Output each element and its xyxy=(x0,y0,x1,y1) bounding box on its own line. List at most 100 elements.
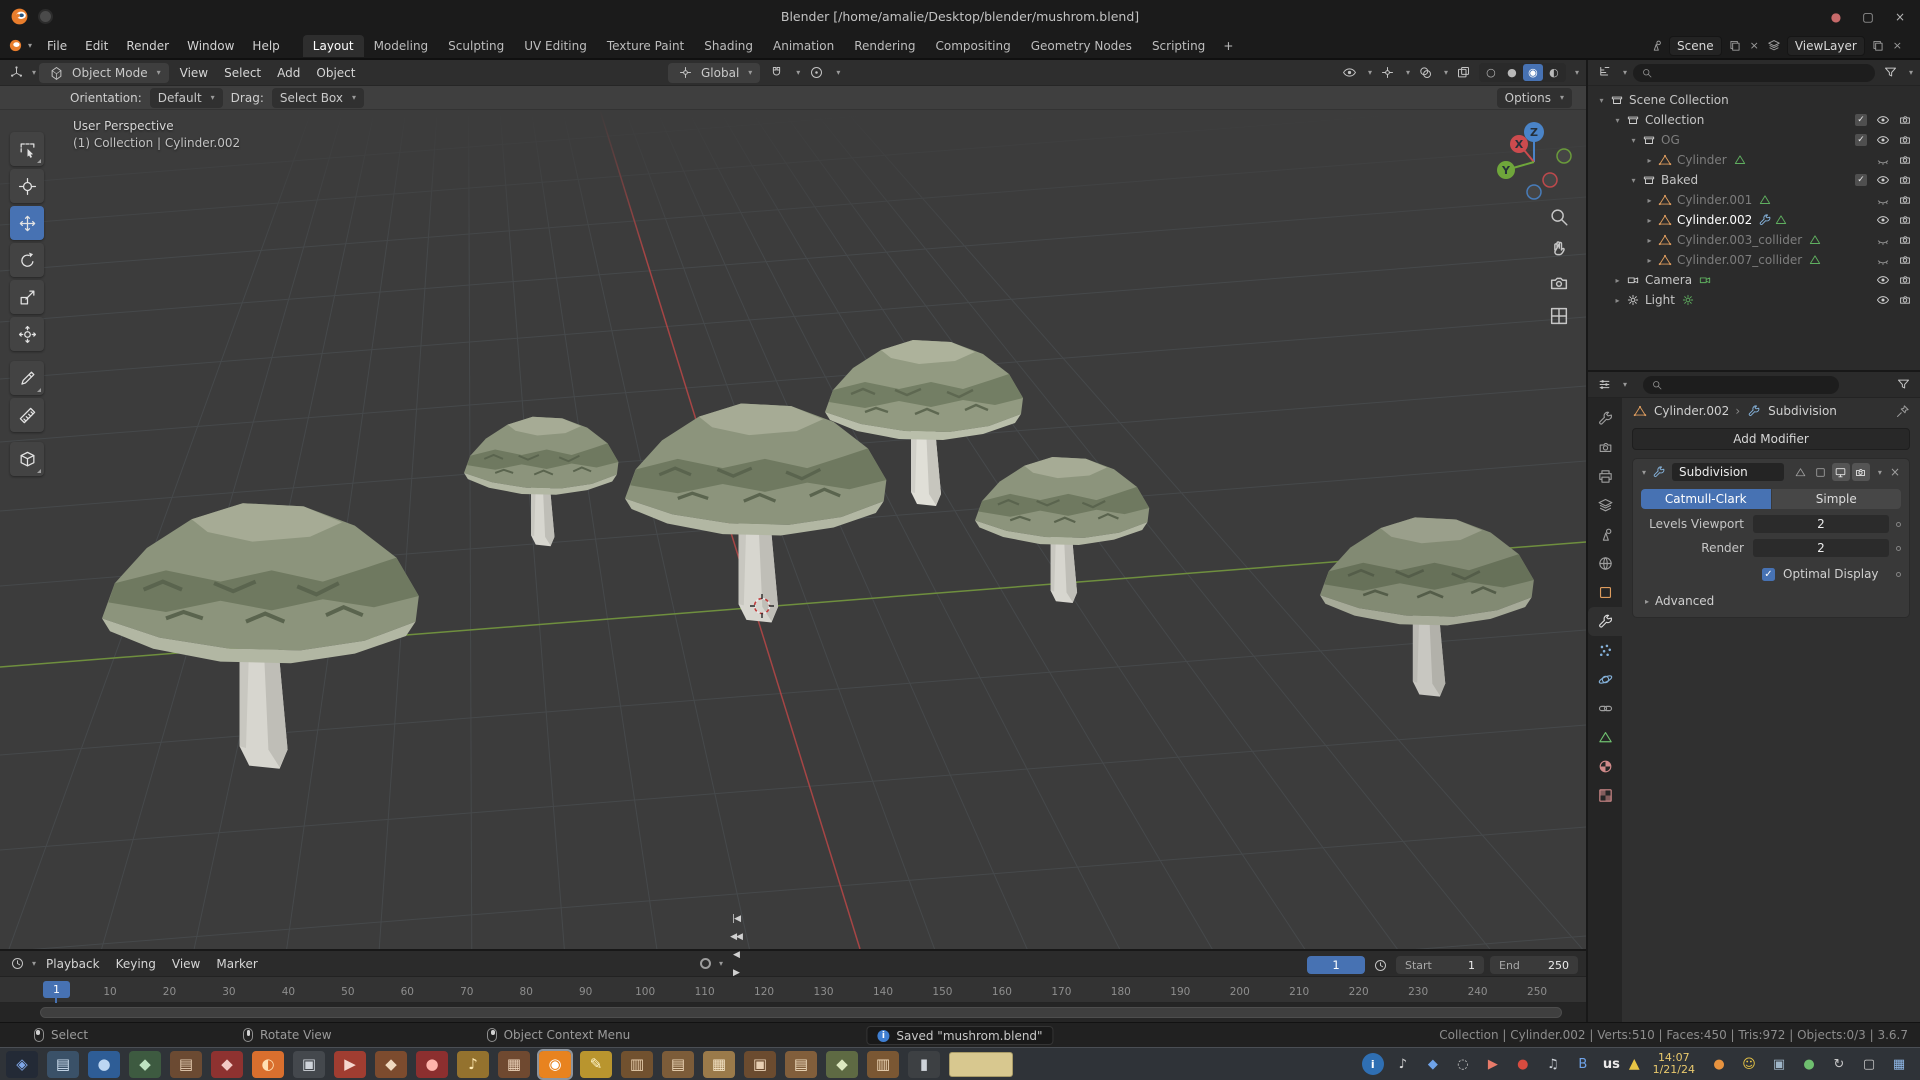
tray-bluetooth-tray[interactable]: B xyxy=(1572,1053,1594,1075)
expander-icon[interactable]: ▸ xyxy=(1642,196,1657,205)
start-frame-field[interactable]: Start 1 xyxy=(1396,956,1484,974)
taskbar-app-wine-app-3[interactable]: ▥ xyxy=(621,1051,653,1078)
taskbar-app-red-app[interactable]: ◆ xyxy=(211,1051,243,1078)
outliner-item-label[interactable]: Light xyxy=(1645,293,1675,307)
outliner-row[interactable]: ▾Scene Collection xyxy=(1588,90,1920,110)
menu-edit[interactable]: Edit xyxy=(76,36,117,56)
mesh-data-icon[interactable] xyxy=(1758,193,1772,207)
properties-tab-view-layer[interactable] xyxy=(1588,491,1622,520)
tab-texture-paint[interactable]: Texture Paint xyxy=(597,35,694,57)
outliner-row[interactable]: ▾Baked✓ xyxy=(1588,170,1920,190)
eye-closed-icon[interactable] xyxy=(1876,253,1890,267)
viewport-menu-object[interactable]: Object xyxy=(308,63,363,83)
tray-green-tray[interactable]: ● xyxy=(1798,1053,1820,1075)
pin-icon[interactable] xyxy=(1895,404,1910,419)
mesh-data-icon[interactable] xyxy=(1808,253,1822,267)
auto-keying-toggle[interactable] xyxy=(700,958,711,969)
camera-visibility-icon[interactable] xyxy=(1898,113,1912,127)
eye-closed-icon[interactable] xyxy=(1876,193,1890,207)
camera-visibility-icon[interactable] xyxy=(1898,273,1912,287)
exclude-checkbox[interactable]: ✓ xyxy=(1855,134,1867,146)
options-dropdown[interactable]: Options ▾ xyxy=(1497,88,1572,108)
mesh-data-icon[interactable] xyxy=(1808,233,1822,247)
new-scene-icon[interactable] xyxy=(1728,39,1742,53)
properties-tab-modifiers[interactable] xyxy=(1588,607,1622,636)
zoom-icon[interactable] xyxy=(1548,206,1570,228)
viewlayer-selector[interactable]: ViewLayer xyxy=(1787,36,1865,56)
wireframe-shading-button[interactable]: ○ xyxy=(1481,64,1501,81)
eye-closed-icon[interactable] xyxy=(1876,233,1890,247)
timeline-editor-type-button[interactable] xyxy=(8,954,27,974)
eye-open-icon[interactable] xyxy=(1876,173,1890,187)
expander-icon[interactable]: ▸ xyxy=(1642,156,1657,165)
taskbar-app-green-app[interactable]: ◆ xyxy=(129,1051,161,1078)
annotate-tool[interactable] xyxy=(10,361,44,395)
taskbar-app-blender[interactable]: ◉ xyxy=(539,1051,571,1078)
exclude-checkbox[interactable]: ✓ xyxy=(1855,174,1867,186)
taskbar-app-archive-app[interactable]: ▦ xyxy=(703,1051,735,1078)
taskbar-app-wine-app-6[interactable]: ▥ xyxy=(867,1051,899,1078)
tray-record-tray[interactable]: ● xyxy=(1512,1053,1534,1075)
material-shading-button[interactable]: ◉ xyxy=(1523,64,1543,81)
rendered-shading-button[interactable]: ◐ xyxy=(1544,64,1564,81)
delete-modifier-button[interactable]: × xyxy=(1887,465,1903,479)
show-overlays-button[interactable] xyxy=(1416,63,1435,83)
tray-info-tray[interactable]: i xyxy=(1362,1053,1384,1075)
outliner-item-label[interactable]: Cylinder.003_collider xyxy=(1677,233,1802,247)
modifier-icon[interactable] xyxy=(1758,213,1772,227)
xray-toggle[interactable] xyxy=(1454,63,1473,83)
expander-icon[interactable]: ▾ xyxy=(1610,116,1625,125)
eye-open-icon[interactable] xyxy=(1876,113,1890,127)
camera-visibility-icon[interactable] xyxy=(1898,253,1912,267)
realtime-toggle[interactable] xyxy=(1832,463,1850,481)
outliner-row[interactable]: ▸Cylinder xyxy=(1588,150,1920,170)
edit-mode-toggle[interactable] xyxy=(1812,463,1830,481)
expander-icon[interactable]: ▾ xyxy=(1594,96,1609,105)
mesh-data-icon[interactable] xyxy=(1774,213,1788,227)
properties-tab-tool[interactable] xyxy=(1588,404,1622,433)
warning-tray-icon[interactable]: ▲ xyxy=(1629,1056,1640,1072)
prev-keyframe-button[interactable]: ◀◀ xyxy=(726,928,746,946)
orientation-setting-dropdown[interactable]: Default ▾ xyxy=(150,88,223,108)
properties-tab-constraints[interactable] xyxy=(1588,694,1622,723)
viewport-menu-view[interactable]: View xyxy=(172,63,216,83)
rotate-tool[interactable] xyxy=(10,243,44,277)
taskbar-app-recorder-app[interactable]: ● xyxy=(416,1051,448,1078)
render-toggle[interactable] xyxy=(1852,463,1870,481)
outliner-row[interactable]: ▸Cylinder.007_collider xyxy=(1588,250,1920,270)
outliner-row[interactable]: ▸Cylinder.001 xyxy=(1588,190,1920,210)
eye-open-icon[interactable] xyxy=(1876,273,1890,287)
tray-screenshot-tray[interactable]: ◌ xyxy=(1452,1053,1474,1075)
on-cage-toggle[interactable] xyxy=(1792,463,1810,481)
mushroom-object[interactable] xyxy=(102,503,419,769)
timeline-scroll-handle[interactable] xyxy=(40,1007,1562,1018)
timeline-ruler[interactable]: 1 10203040506070809010011012013014015016… xyxy=(0,977,1586,1003)
timeline-scrollbar[interactable] xyxy=(0,1003,1586,1022)
tab-modeling[interactable]: Modeling xyxy=(364,35,439,57)
setting-value-field[interactable]: 2 xyxy=(1753,539,1889,557)
camera-visibility-icon[interactable] xyxy=(1898,233,1912,247)
eye-open-icon[interactable] xyxy=(1876,293,1890,307)
outliner-editor-type-button[interactable] xyxy=(1595,63,1614,83)
properties-tab-material[interactable] xyxy=(1588,752,1622,781)
breadcrumb-panel[interactable]: Subdivision xyxy=(1768,404,1837,418)
ortho-grid-icon[interactable] xyxy=(1548,305,1570,327)
camera-visibility-icon[interactable] xyxy=(1898,153,1912,167)
taskbar-app-firefox[interactable]: ◐ xyxy=(252,1051,284,1078)
tab-shading[interactable]: Shading xyxy=(694,35,763,57)
timeline-menu-marker[interactable]: Marker xyxy=(208,954,265,974)
tray-grid-tray[interactable]: ▦ xyxy=(1888,1053,1910,1075)
jump-to-start-button[interactable]: |◀ xyxy=(726,910,746,928)
tray-update-tray[interactable]: ↻ xyxy=(1828,1053,1850,1075)
current-frame-field[interactable]: 1 xyxy=(1307,956,1365,974)
maximize-button[interactable]: ▢ xyxy=(1858,7,1878,27)
drag-setting-dropdown[interactable]: Select Box ▾ xyxy=(272,88,364,108)
menu-render[interactable]: Render xyxy=(117,36,178,56)
properties-tab-texture[interactable] xyxy=(1588,781,1622,810)
advanced-section-toggle[interactable]: ▸ Advanced xyxy=(1633,589,1909,613)
tray-alarm-tray[interactable]: ● xyxy=(1708,1053,1730,1075)
properties-tab-output[interactable] xyxy=(1588,462,1622,491)
viewport-canvas[interactable]: Z X Y User Perspective (1) Collection | … xyxy=(0,110,1586,949)
proportional-edit-toggle[interactable] xyxy=(807,63,826,83)
expander-icon[interactable]: ▸ xyxy=(1642,256,1657,265)
